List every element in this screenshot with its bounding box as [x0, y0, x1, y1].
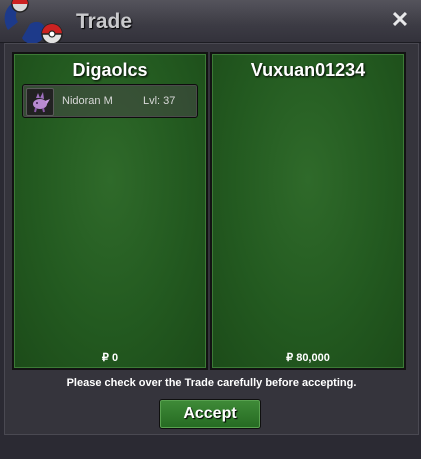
- trade-notice: Please check over the Trade carefully be…: [66, 377, 357, 389]
- their-offer-panel: Vuxuan01234 ₽ 80,000: [210, 52, 406, 370]
- right-money: ₽ 80,000: [286, 352, 330, 364]
- offered-pokemon-slot[interactable]: Nidoran M Lvl: 37: [22, 84, 198, 118]
- window-title: Trade: [76, 10, 133, 33]
- left-player-name: Digaolcs: [72, 60, 148, 80]
- pokemon-name: Nidoran M: [62, 95, 113, 107]
- my-offer-panel: Digaolcs Nidoran M Lvl: 37 ₽ 0: [12, 52, 208, 370]
- trade-window: Trade ✕ Digaolcs Nidoran M Lvl: 37 ₽ 0 V…: [0, 0, 421, 459]
- nidoran-m-icon: [26, 88, 54, 116]
- accept-button[interactable]: Accept: [159, 399, 261, 429]
- right-player-name: Vuxuan01234: [250, 60, 366, 80]
- title-bar[interactable]: Trade ✕: [0, 0, 421, 45]
- close-icon[interactable]: ✕: [389, 9, 411, 31]
- trade-body: Digaolcs Nidoran M Lvl: 37 ₽ 0 Vuxuan012…: [4, 43, 419, 435]
- pokemon-level: Lvl: 37: [143, 95, 176, 107]
- left-money: ₽ 0: [101, 352, 119, 364]
